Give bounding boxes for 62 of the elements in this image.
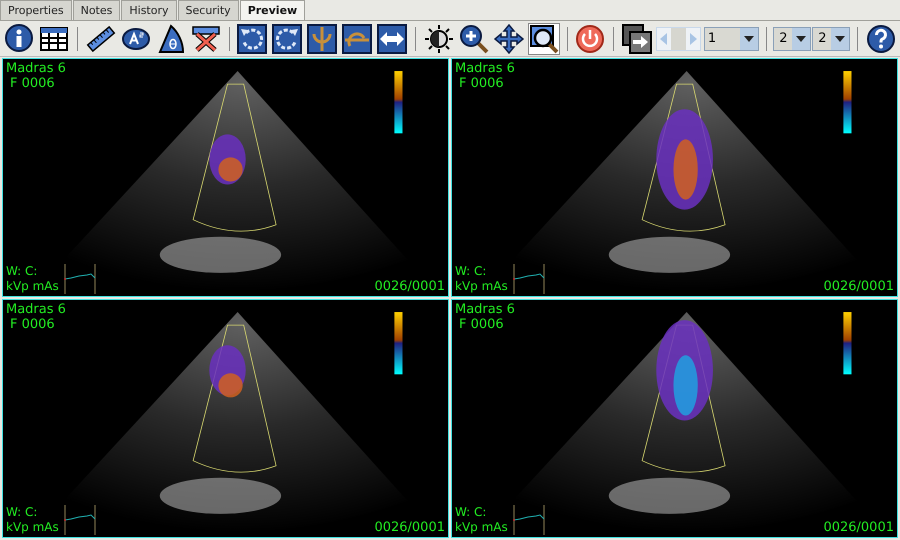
info-icon [4,24,34,54]
tab[interactable]: Properties [0,0,72,20]
frame-counter: 0026/0001 [823,279,894,294]
toolbar-button[interactable] [864,22,897,54]
window-level-label: W: C: [455,264,488,279]
tab[interactable]: Security [178,0,239,20]
next-window-icon [622,24,652,54]
zoom-window-icon [528,24,559,54]
help-icon [866,24,896,54]
image-viewport[interactable]: Madras 6 F 0006 W: C: kVp mAs 0026/0001 [451,58,898,297]
rotate-left-icon [237,24,268,54]
caret-icon [796,36,806,42]
image-viewport[interactable]: Madras 6 F 0006 W: C: kVp mAs 0026/0001 [2,299,449,538]
tab[interactable]: Notes [72,0,120,20]
window-level-label: W: C: [6,505,38,520]
angle-icon [156,24,186,54]
toolbar-button[interactable] [271,22,304,54]
frame-label: F 0006 [9,317,56,332]
layout-dropdown[interactable]: 2 [812,26,850,50]
image-viewport[interactable]: Madras 6 F 0006 W: C: kVp mAs 0026/0001 [2,58,449,297]
frame-counter: 0026/0001 [374,520,445,535]
toolbar-button[interactable] [236,22,268,54]
toolbar-button[interactable] [376,22,408,54]
layout-dropdown[interactable]: 2 [773,26,812,50]
frame-selector[interactable]: 1 [704,26,759,50]
toolbar-button[interactable] [341,22,374,54]
exposure-label: kVp mAs [6,520,59,535]
flip-horizontal-icon [342,24,372,54]
toolbar-button[interactable] [492,22,525,54]
toolbar-button[interactable] [458,22,490,54]
ruler-delete-icon [190,24,221,54]
power-icon [575,24,606,54]
tab[interactable]: Preview [240,0,306,20]
toolbar-button[interactable] [3,22,35,54]
toolbar-button[interactable] [306,22,338,54]
flip-vertical-icon [307,24,338,54]
exposure-label: kVp mAs [455,279,508,294]
brightness-icon [424,24,454,54]
exposure-label: kVp mAs [6,279,59,294]
caret-icon [835,36,846,42]
toolbar-button[interactable] [574,22,606,54]
window-level-label: W: C: [6,264,38,279]
frame-counter: 0026/0001 [374,279,445,294]
image-viewport[interactable]: Madras 6 F 0006 W: C: kVp mAs 0026/0001 [451,299,898,538]
toolbar-button[interactable] [528,22,560,54]
patient-name: Madras 6 [6,302,66,317]
toolbar-button[interactable] [422,22,455,54]
move-icon [494,24,524,54]
patient-name: Madras 6 [455,302,515,317]
frame-label: F 0006 [9,76,56,91]
zoom-in-icon [458,24,489,54]
window-level-label: W: C: [455,505,488,520]
toolbar-button[interactable] [620,22,653,54]
patient-name: Madras 6 [455,61,515,76]
frame-label: F 0006 [458,317,505,332]
caret-icon [744,36,754,42]
patient-name: Madras 6 [6,61,66,76]
exposure-label: kVp mAs [455,520,508,535]
frame-label: F 0006 [458,76,505,91]
tab[interactable]: History [121,0,177,20]
frame-counter: 0026/0001 [823,520,894,535]
rotate-right-icon [272,24,302,54]
